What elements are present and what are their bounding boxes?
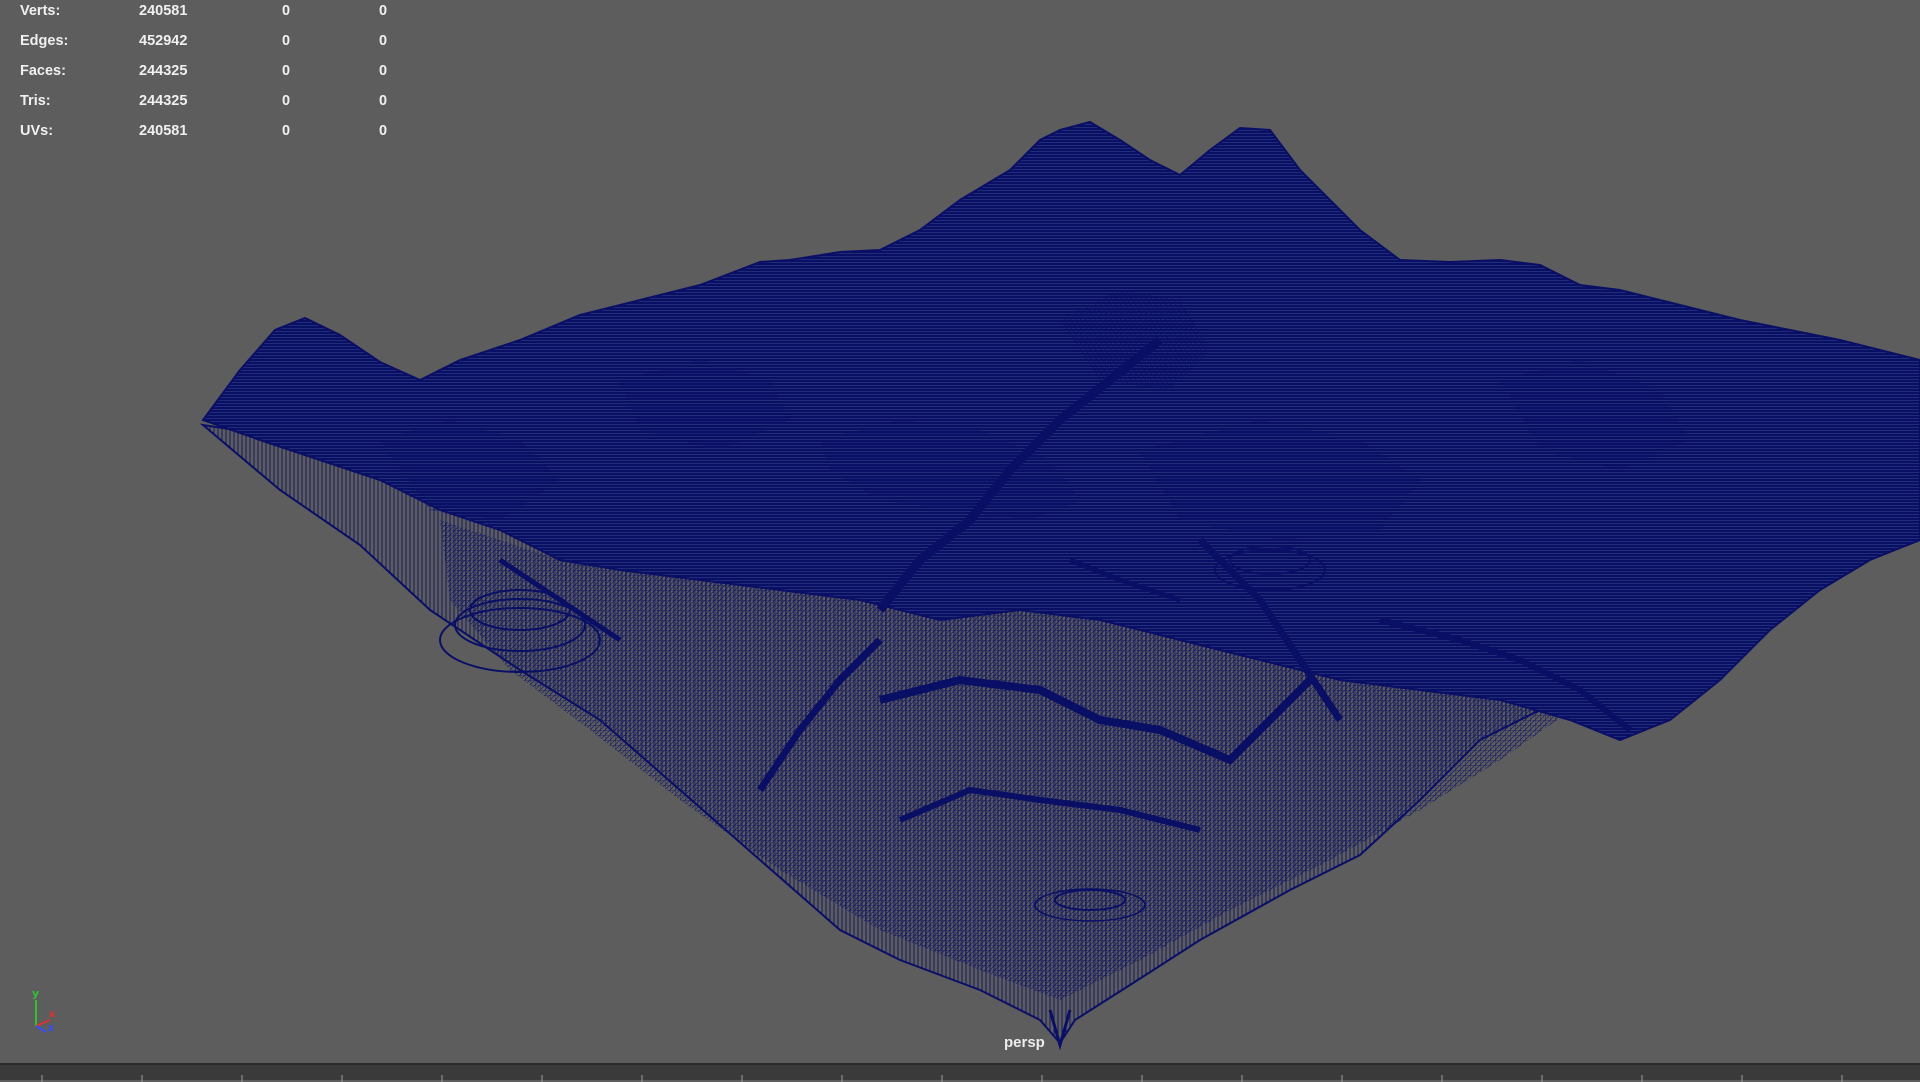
hud-total-value: 452942 bbox=[139, 33, 188, 49]
hud-selected-value: 0 bbox=[282, 3, 291, 19]
hud-component-value: 0 bbox=[379, 3, 388, 19]
hud-label: Faces: bbox=[20, 63, 66, 79]
hud-component-value: 0 bbox=[379, 123, 388, 139]
hud-total-value: 240581 bbox=[139, 123, 188, 139]
svg-text:x: x bbox=[49, 1009, 56, 1020]
hud-label: UVs: bbox=[20, 123, 54, 139]
hud-component-value: 0 bbox=[379, 93, 388, 109]
hud-selected-value: 0 bbox=[282, 63, 291, 79]
hud-total-value: 240581 bbox=[139, 3, 188, 19]
time-slider-ticks bbox=[41, 1075, 1843, 1082]
axis-gizmo-icon: y x z bbox=[32, 987, 56, 1034]
time-slider[interactable] bbox=[0, 1063, 1920, 1082]
hud-label: Edges: bbox=[20, 33, 69, 49]
hud-total-value: 244325 bbox=[139, 93, 188, 109]
svg-text:y: y bbox=[32, 987, 39, 1000]
svg-text:z: z bbox=[48, 1023, 54, 1034]
terrain-wireframe-mesh[interactable] bbox=[0, 0, 1920, 1063]
hud-label: Verts: bbox=[20, 3, 61, 19]
hud-selected-value: 0 bbox=[282, 93, 291, 109]
hud-selected-value: 0 bbox=[282, 33, 291, 49]
hud-selected-value: 0 bbox=[282, 123, 291, 139]
viewport-persp[interactable]: Verts: 240581 0 0 Edges: 452942 0 0 Face… bbox=[0, 0, 1920, 1063]
hud-total-value: 244325 bbox=[139, 63, 188, 79]
hud-component-value: 0 bbox=[379, 33, 388, 49]
hud-label: Tris: bbox=[20, 93, 51, 109]
camera-name-label: persp bbox=[1004, 1034, 1045, 1051]
hud-component-value: 0 bbox=[379, 63, 388, 79]
